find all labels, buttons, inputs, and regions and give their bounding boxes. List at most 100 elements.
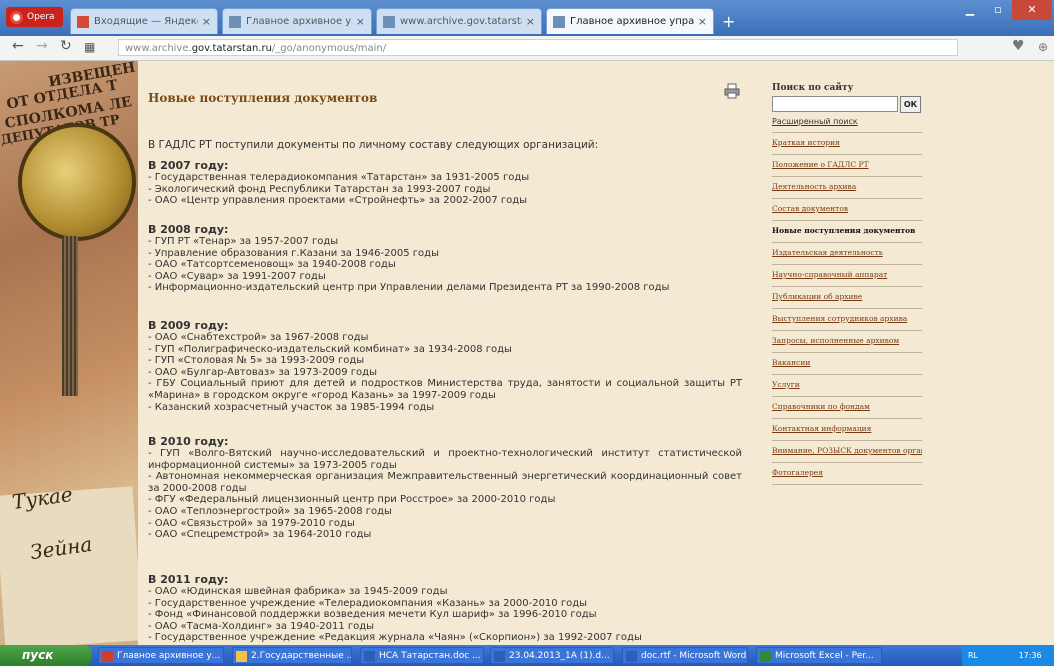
close-window-icon[interactable]: ✕ bbox=[1012, 0, 1052, 20]
list-item: - ГУП РТ «Тенар» за 1957-2007 годы bbox=[148, 236, 339, 247]
mail-favicon-icon bbox=[77, 15, 89, 28]
sidebar-item-history[interactable]: Краткая история bbox=[772, 133, 922, 155]
sidebar-item-reference[interactable]: Научно-справочный аппарат bbox=[772, 265, 922, 287]
tassel-image bbox=[62, 236, 78, 396]
close-tab-icon[interactable]: × bbox=[202, 15, 211, 28]
list-item: - Государственное учреждение «Редакция ж… bbox=[148, 632, 642, 644]
year-heading: В 2009 году: bbox=[148, 319, 229, 332]
year-block-2011: В 2011 году: - ОАО «Юдинская швейная фаб… bbox=[148, 573, 642, 644]
reload-icon[interactable]: ↻ bbox=[60, 38, 72, 54]
sidebar-item-publishing[interactable]: Издательская деятельность bbox=[772, 243, 922, 265]
decorative-archive-image: ИЗВЕЩЕН ОТ ОТДЕЛА Т СПОЛКОМА ЛЕ ДЕПУТАТО… bbox=[0, 61, 138, 645]
taskbar-item-word-1[interactable]: НСА Татарстан.doc ... bbox=[360, 647, 484, 664]
sidebar-item-requests[interactable]: Запросы, исполненные архивом bbox=[772, 331, 922, 353]
year-heading: В 2010 году: bbox=[148, 435, 229, 448]
close-tab-icon[interactable]: × bbox=[356, 15, 365, 28]
language-indicator[interactable]: RL bbox=[968, 651, 978, 660]
list-item: - Информационно-издательский центр при У… bbox=[148, 282, 670, 294]
tab-archive-active[interactable]: Главное архивное управле × bbox=[546, 8, 714, 34]
year-block-2008: В 2008 году: - ГУП РТ «Тенар» за 1957-20… bbox=[148, 223, 669, 294]
task-label: Microsoft Excel - Per... bbox=[775, 651, 874, 661]
sidebar-item-publications[interactable]: Публикации об архиве bbox=[772, 287, 922, 309]
site-search-input[interactable] bbox=[772, 96, 898, 112]
close-tab-icon[interactable]: × bbox=[698, 15, 707, 28]
url-domain: gov.tatarstan.ru bbox=[191, 43, 272, 54]
archive-favicon-icon bbox=[553, 15, 565, 28]
opera-menu-label: Opera bbox=[27, 12, 55, 22]
intro-text: В ГАДЛС РТ поступили документы по личном… bbox=[148, 139, 599, 151]
speed-dial-icon[interactable]: ▦ bbox=[84, 40, 95, 54]
archive-favicon-icon bbox=[383, 15, 395, 28]
minimize-icon[interactable]: ▁ bbox=[956, 0, 984, 20]
list-item: - Государственное учреждение «Телерадиок… bbox=[148, 597, 588, 609]
forward-arrow-icon[interactable]: → bbox=[36, 38, 48, 54]
sidebar-item-gallery[interactable]: Фотогалерея bbox=[772, 463, 922, 485]
web-page: ИЗВЕЩЕН ОТ ОТДЕЛА Т СПОЛКОМА ЛЕ ДЕПУТАТО… bbox=[0, 61, 1054, 645]
close-tab-icon[interactable]: × bbox=[526, 15, 535, 28]
taskbar: пуск Главное архивное у... 2.Государстве… bbox=[0, 645, 1054, 666]
print-icon[interactable] bbox=[724, 83, 740, 99]
sidebar-item-contacts[interactable]: Контактная информация bbox=[772, 419, 922, 441]
taskbar-item-excel[interactable]: Microsoft Excel - Per... bbox=[756, 647, 882, 664]
sidebar-item-services[interactable]: Услуги bbox=[772, 375, 922, 397]
tab-yandex-mail[interactable]: Входящие — Яндекс.Почта × bbox=[70, 8, 218, 34]
new-tab-button[interactable]: + bbox=[722, 12, 735, 31]
tab-label: Главное архивное управл bbox=[246, 16, 352, 27]
list-item: - ГБУ Социальный приют для детей и подро… bbox=[148, 378, 742, 401]
tab-label: Входящие — Яндекс.Почта bbox=[94, 16, 198, 27]
taskbar-item-folder[interactable]: 2.Государственные ... bbox=[232, 647, 352, 664]
year-heading: В 2008 году: bbox=[148, 223, 229, 236]
sidebar-item-documents[interactable]: Состав документов bbox=[772, 199, 922, 221]
task-label: Главное архивное у... bbox=[117, 651, 221, 661]
start-label: пуск bbox=[22, 648, 54, 662]
opera-menu-button[interactable]: Opera bbox=[6, 7, 63, 27]
tab-label: www.archive.gov.tatarstan bbox=[400, 16, 522, 27]
sidebar-item-fund-guides[interactable]: Справочники по фондам bbox=[772, 397, 922, 419]
tab-archive-1[interactable]: Главное архивное управл × bbox=[222, 8, 372, 34]
list-item: - Автономная некоммерческая организация … bbox=[148, 471, 742, 494]
excel-icon bbox=[760, 651, 771, 662]
list-item: - ОАО «Булгар-Автоваз» за 1973-2009 годы bbox=[148, 366, 377, 378]
opera-logo-icon bbox=[10, 10, 23, 24]
list-item: - ГУП «Волго-Вятский научно-исследовател… bbox=[148, 448, 742, 471]
year-block-2010: В 2010 году: - ГУП «Волго-Вятский научно… bbox=[148, 435, 742, 541]
list-item: - ОАО «Тасма-Холдинг» за 1940-2011 годы bbox=[148, 620, 375, 632]
sidebar-item-regulation[interactable]: Положение о ГАДЛС РТ bbox=[772, 155, 922, 177]
search-label: Поиск по сайту bbox=[772, 83, 854, 93]
sidebar-item-activity[interactable]: Деятельность архива bbox=[772, 177, 922, 199]
year-block-2009: В 2009 году: - ОАО «Снабтехстрой» за 196… bbox=[148, 319, 742, 413]
advanced-search-link[interactable]: Расширенный поиск bbox=[772, 117, 922, 126]
list-item: - ОАО «Снабтехстрой» за 1967-2008 годы bbox=[148, 332, 369, 343]
clock: 17:36 bbox=[1018, 651, 1042, 660]
list-item: - ФГУ «Федеральный лицензионный центр пр… bbox=[148, 494, 556, 506]
sidebar-item-speeches[interactable]: Выступления сотрудников архива bbox=[772, 309, 922, 331]
list-item: - ГУП «Столовая № 5» за 1993-2009 годы bbox=[148, 355, 365, 367]
browser-tab-bar: Opera Входящие — Яндекс.Почта × Главное … bbox=[0, 0, 1054, 36]
maximize-icon[interactable]: ▫ bbox=[984, 0, 1012, 20]
tab-archive-2[interactable]: www.archive.gov.tatarstan × bbox=[376, 8, 542, 34]
sidebar-item-vacancies[interactable]: Вакансии bbox=[772, 353, 922, 375]
list-item: - ОАО «Татсортсеменовощ» за 1940-2008 го… bbox=[148, 259, 396, 271]
list-item: - Управление образования г.Казани за 194… bbox=[148, 247, 439, 259]
sidebar-item-search-docs[interactable]: Внимание, РОЗЫСК документов организаций bbox=[772, 441, 922, 463]
task-label: НСА Татарстан.doc ... bbox=[379, 651, 481, 661]
heart-icon[interactable]: ♥ bbox=[1012, 38, 1025, 54]
list-item: - ОАО «Юдинская швейная фабрика» за 1945… bbox=[148, 586, 448, 597]
taskbar-item-word-3[interactable]: doc.rtf - Microsoft Word bbox=[622, 647, 748, 664]
address-bar: ← → ↻ ▦ www.archive.gov.tatarstan.ru/_go… bbox=[0, 36, 1054, 61]
sidebar-item-new-arrivals[interactable]: Новые поступления документов bbox=[772, 221, 922, 243]
taskbar-item-opera[interactable]: Главное архивное у... bbox=[98, 647, 224, 664]
download-icon[interactable]: ⊕ bbox=[1038, 40, 1048, 54]
task-label: doc.rtf - Microsoft Word bbox=[641, 651, 747, 661]
list-item: - ОАО «Сувар» за 1991-2007 годы bbox=[148, 270, 326, 282]
right-sidebar: Поиск по сайту ОК Расширенный поиск Крат… bbox=[772, 83, 922, 485]
system-tray: RL 17:36 bbox=[962, 645, 1054, 666]
list-item: - Экологический фонд Республики Татарста… bbox=[148, 183, 491, 195]
year-heading: В 2011 году: bbox=[148, 573, 229, 586]
url-input[interactable]: www.archive.gov.tatarstan.ru/_go/anonymo… bbox=[118, 39, 958, 56]
start-button[interactable]: пуск bbox=[0, 645, 92, 666]
back-arrow-icon[interactable]: ← bbox=[12, 38, 24, 54]
taskbar-item-word-2[interactable]: 23.04.2013_1А (1).d... bbox=[490, 647, 614, 664]
search-ok-button[interactable]: ОК bbox=[900, 96, 921, 113]
folder-icon bbox=[236, 651, 247, 662]
